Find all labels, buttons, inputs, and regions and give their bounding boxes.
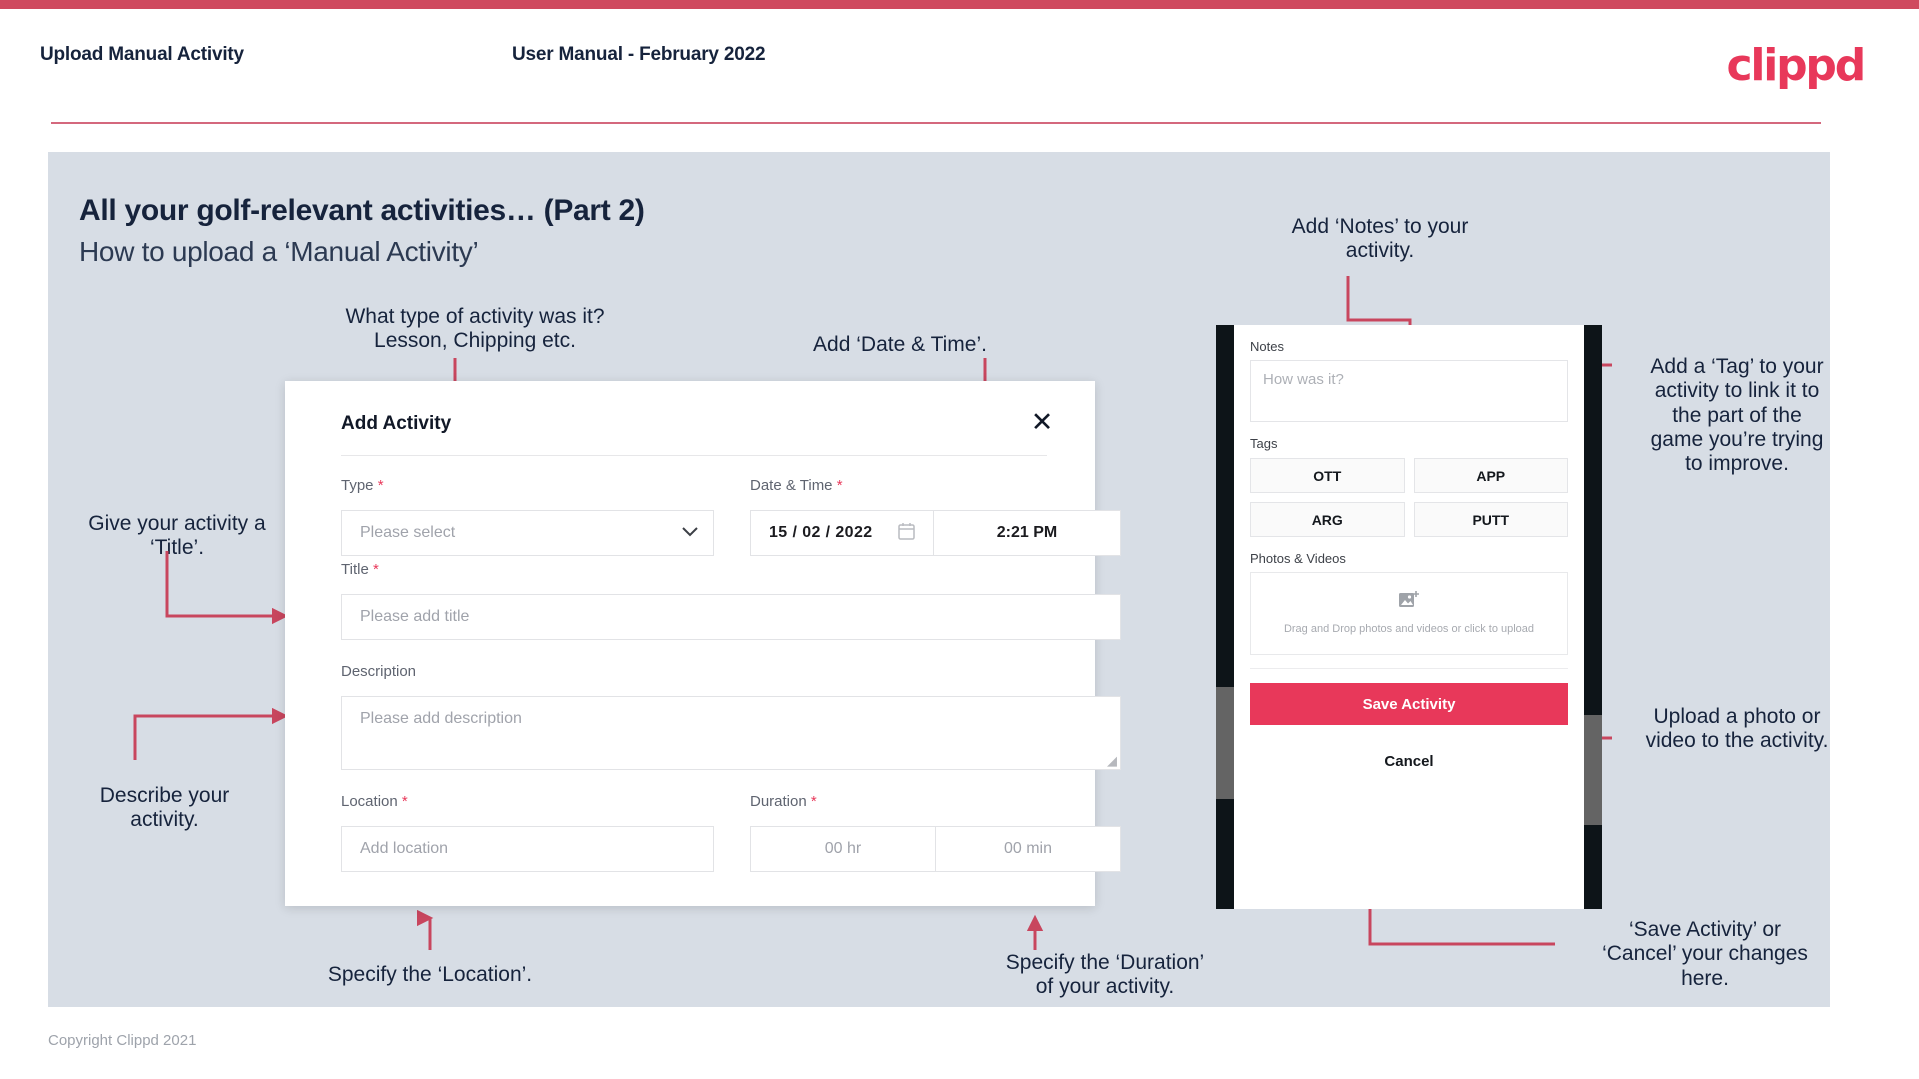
label-text: Date & Time <box>750 477 833 494</box>
add-image-icon <box>1398 590 1420 615</box>
annotation-type: What type of activity was it? Lesson, Chi… <box>345 305 605 353</box>
field-type-label: Type * <box>341 477 714 494</box>
photos-videos-label: Photos & Videos <box>1250 551 1346 566</box>
phone-divider <box>1250 668 1568 669</box>
dialog-divider <box>341 455 1047 456</box>
tag-putt[interactable]: PUTT <box>1413 502 1568 537</box>
field-location-label: Location * <box>341 793 714 810</box>
field-datetime-label: Date & Time * <box>750 477 1121 494</box>
field-datetime: Date & Time * 15 / 02 / 2022 2:21 PM <box>750 477 1121 556</box>
date-value: 15 / 02 / 2022 <box>769 524 873 542</box>
field-description: Description Please add description ◢ <box>341 663 1121 770</box>
label-text: Title <box>341 561 369 578</box>
title-input[interactable]: Please add title <box>341 594 1121 640</box>
description-placeholder: Please add description <box>360 710 522 727</box>
location-input[interactable]: Add location <box>341 826 714 872</box>
date-sep-1: / <box>792 524 798 541</box>
phone-screen: Notes How was it? Tags OTT APP ARG PUTT … <box>1234 325 1584 909</box>
tags-grid: OTT APP ARG PUTT <box>1250 458 1568 537</box>
slide-subheading: How to upload a ‘Manual Activity’ <box>79 236 479 267</box>
slide-page: Upload Manual Activity User Manual - Feb… <box>0 0 1919 1079</box>
tag-ott[interactable]: OTT <box>1250 458 1405 493</box>
field-duration: Duration * 00 hr 00 min <box>750 793 1121 872</box>
add-activity-dialog: Add Activity ✕ Type * Please select Date… <box>285 381 1121 906</box>
annotation-location: Specify the ‘Location’. <box>327 963 533 986</box>
required-asterisk: * <box>836 477 843 494</box>
annotation-notes: Add ‘Notes’ to your activity. <box>1291 215 1469 263</box>
type-select-wrapper: Please select <box>341 510 714 556</box>
field-duration-label: Duration * <box>750 793 1121 810</box>
save-activity-button[interactable]: Save Activity <box>1250 683 1568 725</box>
annotation-description: Describe your activity. <box>99 784 230 832</box>
annotation-upload: Upload a photo or video to the activity. <box>1645 705 1829 753</box>
notes-input[interactable]: How was it? <box>1250 360 1568 422</box>
datetime-group: 15 / 02 / 2022 2:21 PM <box>750 510 1121 556</box>
required-asterisk: * <box>377 477 384 494</box>
date-day: 15 <box>769 524 788 541</box>
label-text: Type <box>341 477 374 494</box>
close-icon[interactable]: ✕ <box>1025 405 1059 439</box>
phone-bezel-left <box>1216 325 1234 909</box>
description-input-wrapper: Please add description ◢ <box>341 696 1121 770</box>
tag-arg[interactable]: ARG <box>1250 502 1405 537</box>
calendar-icon[interactable] <box>898 522 915 545</box>
label-text: Duration <box>750 793 807 810</box>
page-title: Upload Manual Activity <box>40 44 244 65</box>
top-accent-strip <box>0 0 1919 9</box>
photo-dropzone[interactable]: Drag and Drop photos and videos or click… <box>1250 572 1568 655</box>
annotation-tags: Add a ‘Tag’ to your activity to link it t… <box>1650 355 1824 476</box>
field-title: Title * Please add title <box>341 561 1121 640</box>
required-asterisk: * <box>810 793 817 810</box>
label-text: Location <box>341 793 398 810</box>
dialog-title: Add Activity <box>341 413 452 434</box>
date-month: 02 <box>802 524 821 541</box>
annotation-title: Give your activity a ‘Title’. <box>88 512 266 560</box>
tags-label: Tags <box>1250 436 1278 451</box>
dropzone-text: Drag and Drop photos and videos or click… <box>1283 622 1535 635</box>
bezel-button-left <box>1216 687 1234 799</box>
duration-minutes-input[interactable]: 00 min <box>935 826 1121 872</box>
time-input[interactable]: 2:21 PM <box>933 510 1121 556</box>
field-title-label: Title * <box>341 561 1121 578</box>
slide-heading: All your golf-relevant activities… (Part… <box>79 194 645 227</box>
annotation-save: ‘Save Activity’ or ‘Cancel’ your changes h… <box>1602 918 1808 990</box>
tag-app[interactable]: APP <box>1413 458 1568 493</box>
clippd-logo: clippd <box>1726 40 1866 91</box>
phone-mockup: Notes How was it? Tags OTT APP ARG PUTT … <box>1216 325 1602 909</box>
required-asterisk: * <box>401 793 408 810</box>
field-description-label: Description <box>341 663 417 680</box>
date-input[interactable]: 15 / 02 / 2022 <box>750 510 933 556</box>
duration-group: 00 hr 00 min <box>750 826 1121 872</box>
notes-label: Notes <box>1250 339 1284 354</box>
duration-hours-input[interactable]: 00 hr <box>750 826 935 872</box>
header-divider <box>51 122 1821 124</box>
annotation-duration: Specify the ‘Duration’ of your activity. <box>1005 951 1205 999</box>
date-sep-2: / <box>825 524 831 541</box>
title-input-wrapper: Please add title <box>341 594 1121 640</box>
type-select[interactable]: Please select <box>341 510 714 556</box>
time-value: 2:21 PM <box>996 524 1058 541</box>
date-year: 2022 <box>835 524 873 541</box>
bezel-button-right <box>1584 715 1602 825</box>
field-type: Type * Please select <box>341 477 714 556</box>
annotation-datetime: Add ‘Date & Time’. <box>813 333 987 356</box>
page-subtitle: User Manual - February 2022 <box>512 44 766 65</box>
required-asterisk: * <box>372 561 379 578</box>
cancel-button[interactable]: Cancel <box>1250 753 1568 770</box>
phone-bezel-right <box>1584 325 1602 909</box>
location-input-wrapper: Add location <box>341 826 714 872</box>
field-location: Location * Add location <box>341 793 714 872</box>
description-textarea[interactable]: Please add description ◢ <box>341 696 1121 770</box>
footer-copyright: Copyright Clippd 2021 <box>48 1032 197 1049</box>
resize-grip-icon[interactable]: ◢ <box>1107 754 1117 767</box>
